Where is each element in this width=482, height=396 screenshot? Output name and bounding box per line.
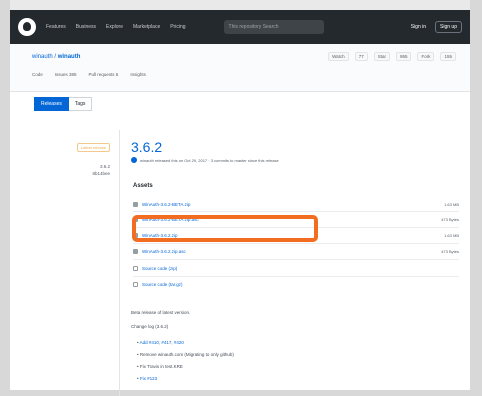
changelog-item-text: Fix Travis in test.KRE: [139, 364, 183, 369]
release-tag-link[interactable]: 3.6.2: [62, 164, 110, 169]
package-icon: [133, 201, 138, 207]
highlight-box: [132, 215, 318, 242]
nav-item-explore[interactable]: Explore: [106, 24, 123, 30]
site-header: Features Business Explore Marketplace Pr…: [10, 10, 470, 44]
list-item: • Add #410, #417, #420: [137, 340, 184, 345]
screen-frame-right: [470, 0, 482, 396]
asset-divider: [133, 276, 459, 277]
github-logo-icon[interactable]: [18, 18, 36, 36]
release-byline-text: winauth released this on Oct 29, 2017 · …: [140, 157, 279, 163]
search-placeholder: This repository Search: [228, 24, 279, 30]
repo-actions: Watch 77 Star 955 Fork 155: [328, 52, 456, 61]
repo-owner-link[interactable]: winauth: [32, 54, 53, 60]
star-count[interactable]: 955: [395, 52, 412, 61]
asset-row[interactable]: WinAuth-3.6.2-BETA.zip 1.63 MB: [133, 198, 459, 210]
nav-item-marketplace[interactable]: Marketplace: [133, 24, 160, 30]
screen-frame-bottom: [0, 390, 482, 396]
tags-tab[interactable]: Tags: [68, 97, 93, 111]
avatar[interactable]: [131, 157, 137, 163]
tab-code[interactable]: Code: [32, 72, 43, 77]
release-description: Beta release of latest version.: [131, 310, 191, 315]
asset-row[interactable]: WinAuth-3.6.2.zip.asc 473 Bytes: [133, 245, 459, 257]
repo-name-link[interactable]: winauth: [58, 54, 81, 60]
header-nav: Features Business Explore Marketplace Pr…: [46, 24, 186, 30]
asset-size: 1.63 MB: [444, 201, 459, 207]
asset-name[interactable]: Source code (tar.gz): [142, 282, 183, 287]
star-button[interactable]: Star: [373, 52, 390, 61]
screen-frame-left: [0, 0, 10, 396]
fork-count[interactable]: 155: [440, 52, 456, 61]
timeline-divider: [119, 130, 120, 396]
asset-size: 473 Bytes: [441, 248, 459, 254]
zip-icon: [133, 281, 138, 287]
repo-title: winauth / winauth: [32, 54, 81, 60]
watch-count[interactable]: 77: [354, 52, 368, 61]
package-icon: [133, 248, 138, 254]
nav-item-features[interactable]: Features: [46, 24, 66, 30]
changelog-item-text[interactable]: Add #410, #417, #420: [140, 340, 184, 345]
release-meta: Latest release 3.6.2 8b14bee: [62, 136, 110, 176]
asset-divider: [133, 259, 459, 260]
asset-divider: [133, 243, 459, 244]
tab-issues[interactable]: Issues 385: [55, 72, 77, 77]
asset-row[interactable]: Source code (zip): [133, 262, 459, 274]
asset-name[interactable]: Source code (zip): [142, 266, 177, 271]
sign-up-button[interactable]: Sign up: [435, 21, 462, 33]
tab-pull-requests[interactable]: Pull requests 5: [89, 72, 119, 77]
asset-size: 473 Bytes: [441, 216, 459, 222]
tab-insights[interactable]: Insights: [130, 72, 146, 77]
changelog-item-text[interactable]: Fix #123: [140, 376, 157, 381]
asset-size: 1.63 MB: [444, 232, 459, 238]
nav-item-pricing[interactable]: Pricing: [170, 24, 185, 30]
zip-icon: [133, 265, 138, 271]
changelog-heading: Change log (3.6.2): [131, 324, 169, 329]
assets-heading: Assets: [133, 183, 153, 189]
list-item: • Remove winauth.com (Migrating to only …: [137, 352, 234, 357]
auth-links: Sign in Sign up: [411, 21, 462, 33]
asset-row[interactable]: Source code (tar.gz): [133, 278, 459, 290]
latest-release-badge: Latest release: [76, 143, 110, 152]
repo-header: winauth / winauth Watch 77 Star 955 Fork…: [10, 44, 470, 92]
nav-item-business[interactable]: Business: [76, 24, 96, 30]
releases-tab[interactable]: Releases: [34, 97, 69, 111]
fork-button[interactable]: Fork: [417, 52, 435, 61]
list-item: • Fix #123: [137, 376, 158, 381]
list-item: • Fix Travis in test.KRE: [137, 364, 183, 369]
screen-frame-top: [0, 0, 482, 10]
search-input[interactable]: This repository Search: [223, 20, 324, 34]
repo-tabs: Code Issues 385 Pull requests 5 Insights: [32, 72, 146, 77]
asset-name[interactable]: WinAuth-3.6.2-BETA.zip: [142, 202, 190, 207]
release-byline: winauth released this on Oct 29, 2017 · …: [131, 157, 279, 163]
asset-name[interactable]: WinAuth-3.6.2.zip.asc: [142, 249, 186, 254]
release-title-link[interactable]: 3.6.2: [131, 139, 162, 155]
releases-tags-toggle: Releases Tags: [34, 97, 93, 111]
sign-in-link[interactable]: Sign in: [411, 24, 426, 30]
watch-button[interactable]: Watch: [328, 52, 349, 61]
changelog-item-text: Remove winauth.com (Migrating to only gi…: [139, 352, 234, 357]
release-commit-link[interactable]: 8b14bee: [62, 171, 110, 176]
asset-divider: [133, 211, 459, 212]
